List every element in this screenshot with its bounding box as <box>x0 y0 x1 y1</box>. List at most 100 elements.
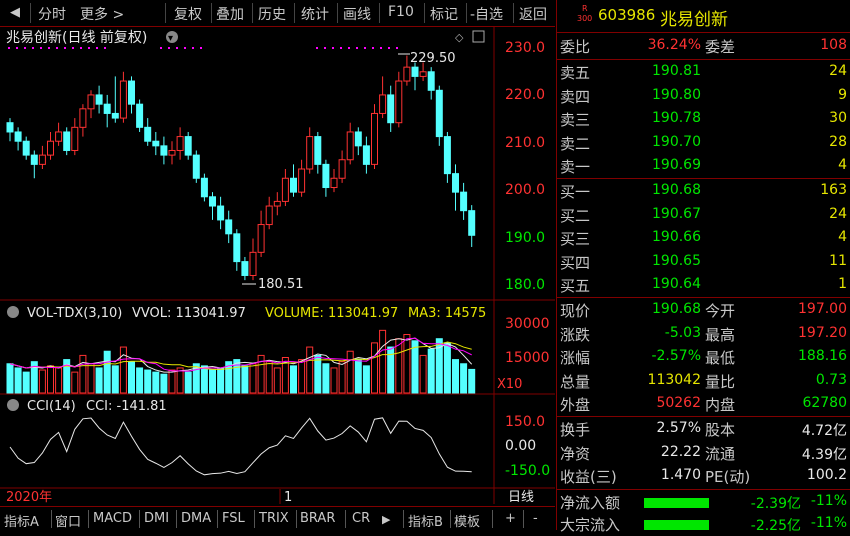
candle-body <box>257 224 265 253</box>
stat-value: 50262 <box>656 395 701 412</box>
volume-bar <box>403 334 411 394</box>
tab-cr[interactable]: CR <box>352 511 370 526</box>
flow-bar <box>644 498 709 508</box>
tab-trix[interactable]: TRIX <box>259 511 289 526</box>
chart-panel[interactable]: 兆易创新(日线 前复权) ▾ ◇ 230.0 220.0 210.0 200.0… <box>0 26 555 505</box>
tab-indicator-b[interactable]: 指标B <box>408 511 443 530</box>
marker-dot <box>24 47 26 49</box>
indicator-tab-bar: 指标A 窗口 MACD DMI DMA FSL TRIX BRAR CR ▶ 指… <box>0 506 555 531</box>
chart-canvas[interactable]: 兆易创新(日线 前复权) ▾ ◇ 230.0 220.0 210.0 200.0… <box>0 26 555 505</box>
mark-button[interactable]: 标记 <box>430 4 458 24</box>
marker-dot <box>324 47 326 49</box>
price-axis: 230.0 220.0 210.0 200.0 190.0 180.0 <box>505 40 545 293</box>
tab-window[interactable]: 窗口 <box>55 511 81 530</box>
level-price: 190.65 <box>652 252 701 269</box>
volume-bar <box>184 371 192 394</box>
adjust-button[interactable]: 复权 <box>174 4 202 24</box>
price-tick: 180.0 <box>505 277 545 293</box>
order-ratio-row: 委比 36.24% 委差 108 <box>557 35 850 58</box>
marker-dot <box>192 47 194 49</box>
level-label: 买五 <box>560 277 591 296</box>
candle-body <box>225 219 233 235</box>
level-label: 卖一 <box>560 158 591 177</box>
stat-value: 113042 <box>647 371 701 388</box>
stat-value: 62780 <box>802 395 847 412</box>
toolbar-divider <box>252 3 253 23</box>
candle-body <box>435 89 443 138</box>
stat-value: 0.73 <box>815 371 847 388</box>
tab-indicator-a[interactable]: 指标A <box>4 511 39 530</box>
marker-dot <box>200 47 202 49</box>
cci-indicator-name: CCI(14) <box>27 399 76 414</box>
cci-tick: -150.0 <box>505 463 550 479</box>
candle-body <box>136 103 144 128</box>
volume-bar <box>160 373 168 394</box>
period-label[interactable]: 日线 <box>508 490 534 505</box>
high-price-label: 229.50 <box>410 51 456 66</box>
more-button[interactable]: 更多 > <box>80 4 124 24</box>
flow-label: 大宗流入 <box>560 516 621 534</box>
volume-bar <box>79 354 87 394</box>
candle-body <box>298 168 306 193</box>
marker-dot <box>40 47 42 49</box>
tab-divider <box>88 510 89 528</box>
marker-dot <box>104 47 106 49</box>
marker-dot <box>64 47 66 49</box>
volume-bar <box>371 342 378 394</box>
candle-body <box>290 177 297 193</box>
diamond-icon[interactable]: ◇ <box>455 31 464 44</box>
maximize-icon[interactable] <box>472 30 485 43</box>
f10-button[interactable]: F10 <box>388 4 414 20</box>
tab-dma[interactable]: DMA <box>181 511 211 526</box>
volume-bar <box>152 371 160 394</box>
history-button[interactable]: 历史 <box>258 4 286 24</box>
back-button[interactable]: 返回 <box>519 4 547 24</box>
price-tick: 230.0 <box>505 40 545 56</box>
play-icon[interactable]: ▶ <box>382 513 390 526</box>
volume-bar <box>362 365 370 394</box>
marker-dot <box>396 47 398 49</box>
tab-fsl[interactable]: FSL <box>222 511 245 526</box>
marker-dot <box>372 47 374 49</box>
level-price: 190.68 <box>652 182 701 198</box>
cci-menu-icon[interactable] <box>7 399 19 411</box>
candle-body <box>452 173 459 193</box>
candle-body <box>403 66 411 82</box>
level-label: 卖四 <box>560 87 591 106</box>
stat-value: -2.57% <box>651 348 701 365</box>
statistics-button[interactable]: 统计 <box>301 4 329 24</box>
zoom-in-button[interactable]: + <box>505 511 516 526</box>
quote-panel: R 300 603986 兆易创新 委比 36.24% 委差 108 卖五 190… <box>556 0 850 534</box>
zoom-out-button[interactable]: - <box>533 511 538 526</box>
candle-body <box>354 131 362 147</box>
flow-percent: -11% <box>810 515 847 531</box>
tab-dmi[interactable]: DMI <box>144 511 169 526</box>
candle-body <box>209 196 216 207</box>
tab-macd[interactable]: MACD <box>93 511 132 526</box>
stat-row: 涨跌 -5.03 最高 197.20 <box>557 323 850 346</box>
toolbar-divider <box>30 3 31 23</box>
marker-dot <box>56 47 58 49</box>
flow-label: 净流入额 <box>560 494 621 512</box>
tab-brar[interactable]: BRAR <box>300 511 335 526</box>
overlay-button[interactable]: 叠加 <box>216 4 244 24</box>
tab-template[interactable]: 模板 <box>454 511 480 530</box>
candle-body <box>371 112 378 165</box>
draw-line-button[interactable]: 画线 <box>343 4 371 24</box>
low-price-label: 180.51 <box>258 277 304 292</box>
prev-arrow-icon[interactable]: ◀ <box>10 5 20 20</box>
level-volume: 28 <box>829 133 847 150</box>
candle-body <box>128 80 135 105</box>
candle-body <box>103 103 111 114</box>
candle-body <box>176 136 184 151</box>
remove-watchlist-button[interactable]: -自选 <box>470 4 503 24</box>
stat-row: 总量 113042 量比 0.73 <box>557 370 850 393</box>
candle-body <box>168 149 176 156</box>
intraday-button[interactable]: 分时 <box>38 4 66 24</box>
stat-label: 现价 <box>560 302 591 320</box>
candle-body <box>152 140 160 147</box>
marker-dot <box>364 47 366 49</box>
divider <box>557 178 850 179</box>
volume-bars <box>6 329 476 394</box>
volume-menu-icon[interactable] <box>7 306 19 318</box>
